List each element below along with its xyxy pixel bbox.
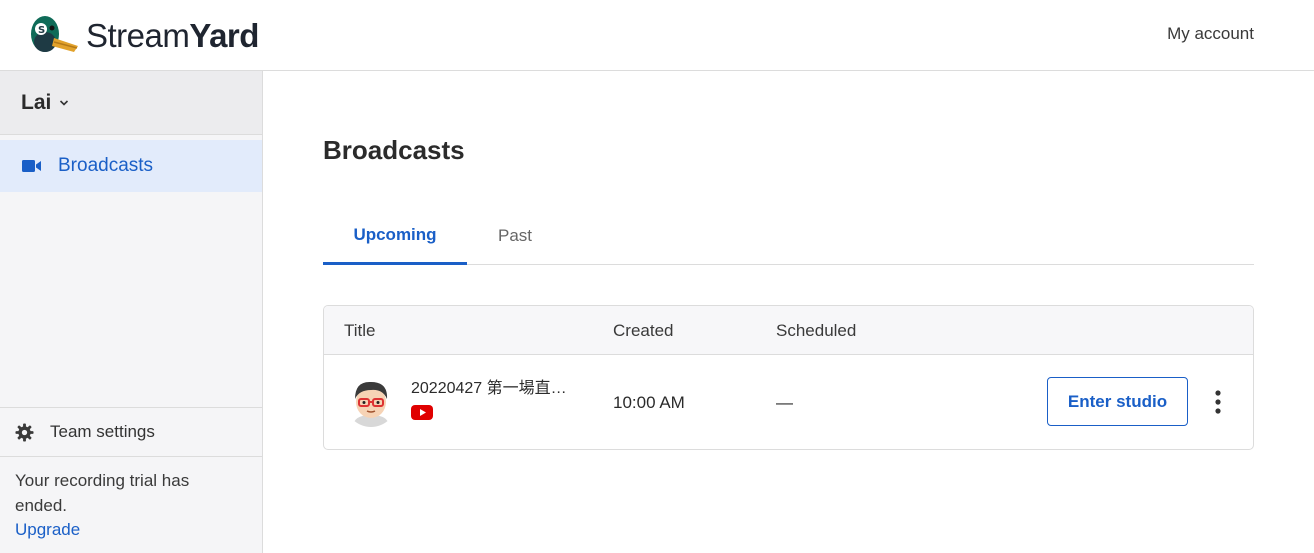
svg-text:S: S <box>38 25 45 36</box>
more-options-icon[interactable] <box>1209 388 1227 416</box>
brand-light: Stream <box>86 16 190 54</box>
team-name: Lai <box>21 90 52 114</box>
team-settings-link[interactable]: Team settings <box>0 407 262 457</box>
sidebar-item-broadcasts[interactable]: Broadcasts <box>0 140 262 192</box>
video-camera-icon <box>22 160 41 172</box>
broadcasts-table: Title Created Scheduled 20220427 第一場直… 1 <box>323 305 1254 450</box>
team-switcher[interactable]: Lai <box>0 71 262 135</box>
enter-studio-button[interactable]: Enter studio <box>1047 377 1188 426</box>
chevron-down-icon <box>60 99 69 106</box>
trial-notice: Your recording trial has ended. Upgrade <box>15 469 245 543</box>
created-time: 10:00 AM <box>613 393 685 412</box>
broadcast-title[interactable]: 20220427 第一場直… <box>411 374 567 398</box>
broadcast-tabs: Upcoming Past <box>323 207 1254 265</box>
avatar <box>345 375 397 427</box>
column-header-created: Created <box>613 321 674 340</box>
table-header: Title Created Scheduled <box>324 306 1253 355</box>
youtube-icon <box>411 405 433 420</box>
page-title: Broadcasts <box>323 135 465 165</box>
table-row: 20220427 第一場直… 10:00 AM — Enter studio <box>324 355 1253 449</box>
tab-past[interactable]: Past <box>467 207 563 265</box>
scheduled-value: — <box>776 393 793 412</box>
trial-message: Your recording trial has ended. <box>15 471 190 515</box>
streamyard-logo[interactable]: S StreamYard <box>28 12 259 58</box>
top-bar: S StreamYard My account <box>0 0 1314 71</box>
tab-upcoming[interactable]: Upcoming <box>323 207 467 265</box>
brand-wordmark: StreamYard <box>86 19 259 52</box>
sidebar: Lai Broadcasts Team settings Your record… <box>0 71 263 553</box>
sidebar-item-label: Broadcasts <box>58 155 154 176</box>
column-header-title: Title <box>344 321 376 340</box>
column-header-scheduled: Scheduled <box>776 321 857 340</box>
gear-icon <box>15 422 34 442</box>
upgrade-link[interactable]: Upgrade <box>15 518 245 543</box>
team-settings-label: Team settings <box>50 422 155 441</box>
duck-logo-icon: S <box>31 16 78 52</box>
my-account-link[interactable]: My account <box>1167 24 1254 44</box>
brand-bold: Yard <box>189 16 259 54</box>
